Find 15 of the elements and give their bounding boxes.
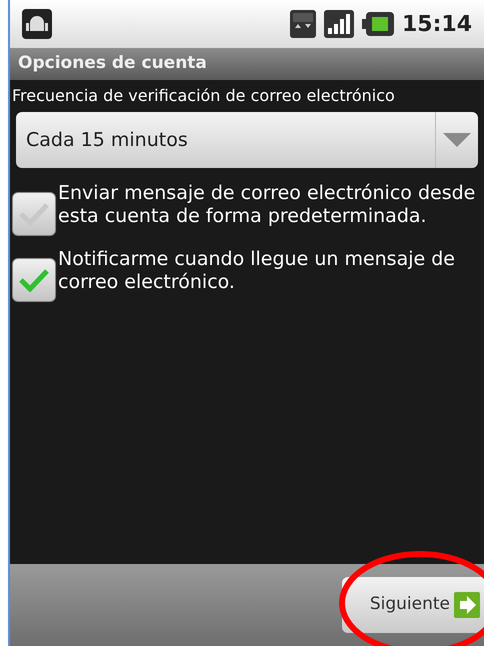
- option-label: Notificarme cuando llegue un mensaje de correo electrónico.: [58, 248, 456, 294]
- checkbox[interactable]: [12, 258, 56, 302]
- screen-title: Opciones de cuenta: [18, 52, 207, 76]
- battery-icon: [362, 12, 394, 36]
- frequency-dropdown[interactable]: Cada 15 minutos: [16, 112, 478, 168]
- frequency-label: Frecuencia de verificación de correo electrónico: [12, 86, 396, 106]
- checkbox[interactable]: [12, 192, 56, 236]
- clock-time: 15:14: [402, 10, 472, 38]
- option-label: Enviar mensaje de correo electrónico desde esta cuenta de forma predeterminada.: [58, 182, 476, 228]
- signal-icon: [324, 10, 354, 38]
- check-icon: [19, 268, 49, 292]
- check-icon: [19, 202, 49, 226]
- arrow-right-icon: [454, 592, 480, 618]
- next-button[interactable]: Siguiente: [342, 577, 484, 633]
- caret-icon: [443, 133, 471, 147]
